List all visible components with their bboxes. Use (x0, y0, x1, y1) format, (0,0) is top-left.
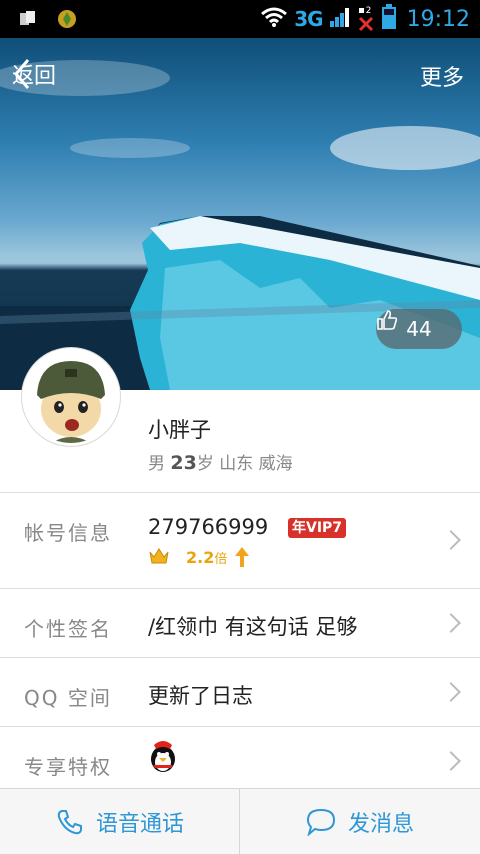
arrow-up-icon (234, 546, 250, 572)
privilege-label: 专享特权 (24, 755, 112, 779)
back-button[interactable]: 返回 (12, 58, 56, 90)
app-notification-icon (56, 8, 78, 34)
battery-icon (381, 4, 397, 34)
chat-bubble-icon (306, 808, 335, 836)
bottom-action-bar: 语音通话 发消息 (0, 788, 480, 854)
crown-icon (148, 546, 170, 570)
chevron-left-icon (14, 59, 30, 89)
vip-level: VIP7 (306, 520, 343, 536)
no-signal-sim2-icon: 2 (357, 6, 375, 32)
age: 23 (170, 452, 197, 474)
chevron-right-icon (441, 613, 461, 633)
profile-name: 小胖子 (148, 418, 211, 442)
multiplier-unit: 倍 (214, 552, 228, 567)
more-button[interactable]: 更多 (420, 60, 464, 92)
like-count: 44 (406, 317, 432, 341)
gender: 男 (148, 454, 165, 474)
vip-badge: 年VIP7 (288, 518, 347, 538)
account-info-label: 帐号信息 (24, 521, 112, 545)
multiplier-value: 2.2 (186, 548, 215, 567)
qzone-label-text: 空间 (67, 686, 112, 710)
age-unit: 岁 (196, 454, 214, 474)
location: 山东 威海 (219, 454, 293, 474)
network-type: 3G (294, 7, 323, 31)
privilege-row[interactable]: 专享特权 (0, 727, 480, 788)
avatar[interactable] (22, 348, 120, 446)
qq-number: 279766999 (148, 515, 269, 539)
soldier-avatar-image (25, 351, 117, 443)
qzone-label: QQ 空间 (24, 682, 112, 711)
profile-info: 男 23岁 山东 威海 (148, 449, 293, 474)
signature-label: 个性签名 (24, 617, 112, 641)
signature-row[interactable]: 个性签名 /红领巾 有这句话 足够 (0, 589, 480, 657)
send-message-button[interactable]: 发消息 (240, 789, 480, 854)
vip-year-prefix: 年 (292, 520, 306, 536)
voice-call-label: 语音通话 (95, 812, 184, 837)
like-button[interactable]: 44 (376, 309, 462, 349)
thumbs-up-icon (377, 310, 398, 330)
acceleration-multiplier: 2.2倍 (186, 548, 227, 567)
send-message-label: 发消息 (347, 812, 414, 837)
sim-card-icon (18, 9, 38, 33)
qq-penguin-icon (148, 739, 178, 777)
chevron-right-icon (441, 530, 461, 550)
voice-call-button[interactable]: 语音通话 (0, 789, 240, 854)
wifi-icon (260, 6, 288, 32)
qzone-label-prefix: QQ (24, 686, 60, 710)
status-bar: 3G 2 19:12 (0, 0, 480, 38)
chevron-right-icon (441, 682, 461, 702)
cover-image[interactable]: 返回 更多 44 (0, 38, 480, 390)
chevron-right-icon (441, 751, 461, 771)
qzone-row[interactable]: QQ 空间 更新了日志 (0, 658, 480, 726)
signature-value: /红领巾 有这句话 足够 (148, 615, 358, 639)
signal-icon (329, 6, 351, 32)
qzone-value: 更新了日志 (148, 684, 253, 708)
clock: 19:12 (406, 6, 470, 32)
account-info-row[interactable]: 帐号信息 279766999 (0, 493, 480, 588)
phone-icon (57, 810, 82, 835)
